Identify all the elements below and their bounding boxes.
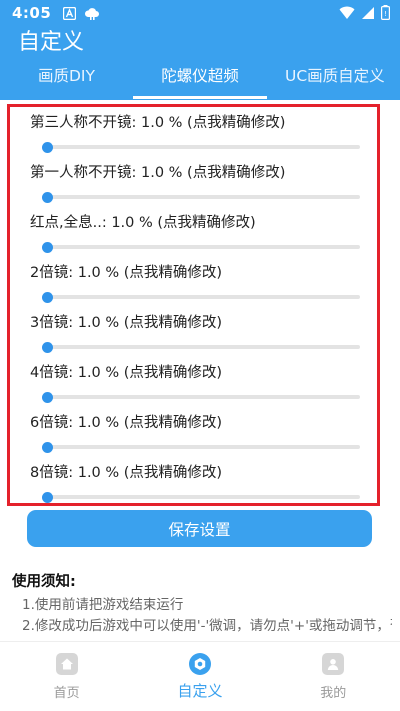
home-icon	[55, 653, 78, 675]
slider-track[interactable]	[44, 395, 360, 399]
system-icons: !	[339, 5, 390, 20]
setting-red-dot-holo: 红点,全息..: 1.0 % (点我精确修改)	[10, 210, 377, 260]
setting-2x-scope: 2倍镜: 1.0 % (点我精确修改)	[10, 260, 377, 310]
svg-text:!: !	[384, 10, 387, 18]
customize-icon	[188, 653, 211, 675]
nav-label: 自定义	[177, 682, 223, 700]
app-header: 4:05 ! 自定义 画质DIY 陀螺仪超频 UC画质自定义	[0, 0, 400, 100]
tab-active-indicator	[133, 96, 267, 99]
nav-item-customize[interactable]: 自定义	[133, 642, 266, 711]
setting-4x-scope: 4倍镜: 1.0 % (点我精确修改)	[10, 360, 377, 410]
setting-8x-scope: 8倍镜: 1.0 % (点我精确修改)	[10, 460, 377, 503]
slider-thumb[interactable]	[42, 242, 54, 253]
setting-3x-scope: 3倍镜: 1.0 % (点我精确修改)	[10, 310, 377, 360]
slider-thumb[interactable]	[42, 392, 54, 403]
tab-bar: 画质DIY 陀螺仪超频 UC画质自定义	[0, 52, 400, 98]
setting-label[interactable]: 6倍镜: 1.0 % (点我精确修改)	[30, 411, 222, 432]
sensitivity-settings-panel: 第三人称不开镜: 1.0 % (点我精确修改) 第一人称不开镜: 1.0 % (…	[7, 104, 380, 506]
setting-label[interactable]: 红点,全息..: 1.0 % (点我精确修改)	[30, 211, 256, 232]
bottom-navigation: 首页 自定义 我的	[0, 641, 400, 711]
status-time: 4:05	[12, 4, 52, 22]
slider-thumb[interactable]	[42, 292, 54, 303]
save-settings-button[interactable]: 保存设置	[27, 510, 372, 547]
setting-label[interactable]: 2倍镜: 1.0 % (点我精确修改)	[30, 261, 222, 282]
slider-track[interactable]	[44, 145, 360, 149]
notes-title: 使用须知:	[12, 574, 76, 590]
nav-label: 我的	[320, 686, 347, 701]
battery-icon: !	[381, 5, 390, 20]
nav-item-home[interactable]: 首页	[0, 642, 133, 711]
setting-third-person: 第三人称不开镜: 1.0 % (点我精确修改)	[10, 110, 377, 160]
slider-thumb[interactable]	[42, 342, 54, 353]
wifi-icon	[339, 6, 355, 19]
slider-track[interactable]	[44, 195, 360, 199]
notes-line: 2.修改成功后游戏中可以使用'-'微调，请勿点'+'或拖动调节，否则灵敏度会被刷…	[22, 618, 392, 634]
setting-label[interactable]: 3倍镜: 1.0 % (点我精确修改)	[30, 311, 222, 332]
profile-icon	[322, 653, 345, 675]
slider-track[interactable]	[44, 445, 360, 449]
tab-quality-diy[interactable]: 画质DIY	[0, 52, 133, 98]
tab-uc-quality-custom[interactable]: UC画质自定义	[267, 52, 400, 98]
setting-label[interactable]: 第三人称不开镜: 1.0 % (点我精确修改)	[30, 111, 285, 132]
slider-track[interactable]	[44, 345, 360, 349]
setting-label[interactable]: 4倍镜: 1.0 % (点我精确修改)	[30, 361, 222, 382]
slider-thumb[interactable]	[42, 192, 54, 203]
a-badge-icon	[63, 6, 77, 20]
setting-label[interactable]: 8倍镜: 1.0 % (点我精确修改)	[30, 461, 222, 482]
notification-icons	[63, 6, 100, 20]
tab-gyroscope-overclock[interactable]: 陀螺仪超频	[133, 52, 267, 98]
slider-track[interactable]	[44, 495, 360, 499]
slider-track[interactable]	[44, 245, 360, 249]
cloud-icon	[85, 8, 100, 20]
status-bar: 4:05 !	[0, 0, 400, 26]
nav-item-profile[interactable]: 我的	[267, 642, 400, 711]
setting-first-person: 第一人称不开镜: 1.0 % (点我精确修改)	[10, 160, 377, 210]
slider-thumb[interactable]	[42, 442, 54, 453]
nav-label: 首页	[53, 686, 80, 701]
notes-line: 1.使用前请把游戏结束运行	[22, 597, 184, 613]
signal-icon	[362, 6, 374, 19]
setting-6x-scope: 6倍镜: 1.0 % (点我精确修改)	[10, 410, 377, 460]
slider-thumb[interactable]	[42, 142, 54, 153]
slider-track[interactable]	[44, 295, 360, 299]
setting-label[interactable]: 第一人称不开镜: 1.0 % (点我精确修改)	[30, 161, 285, 182]
slider-thumb[interactable]	[42, 492, 54, 503]
usage-notes: 使用须知: 1.使用前请把游戏结束运行 2.修改成功后游戏中可以使用'-'微调，…	[12, 570, 392, 637]
